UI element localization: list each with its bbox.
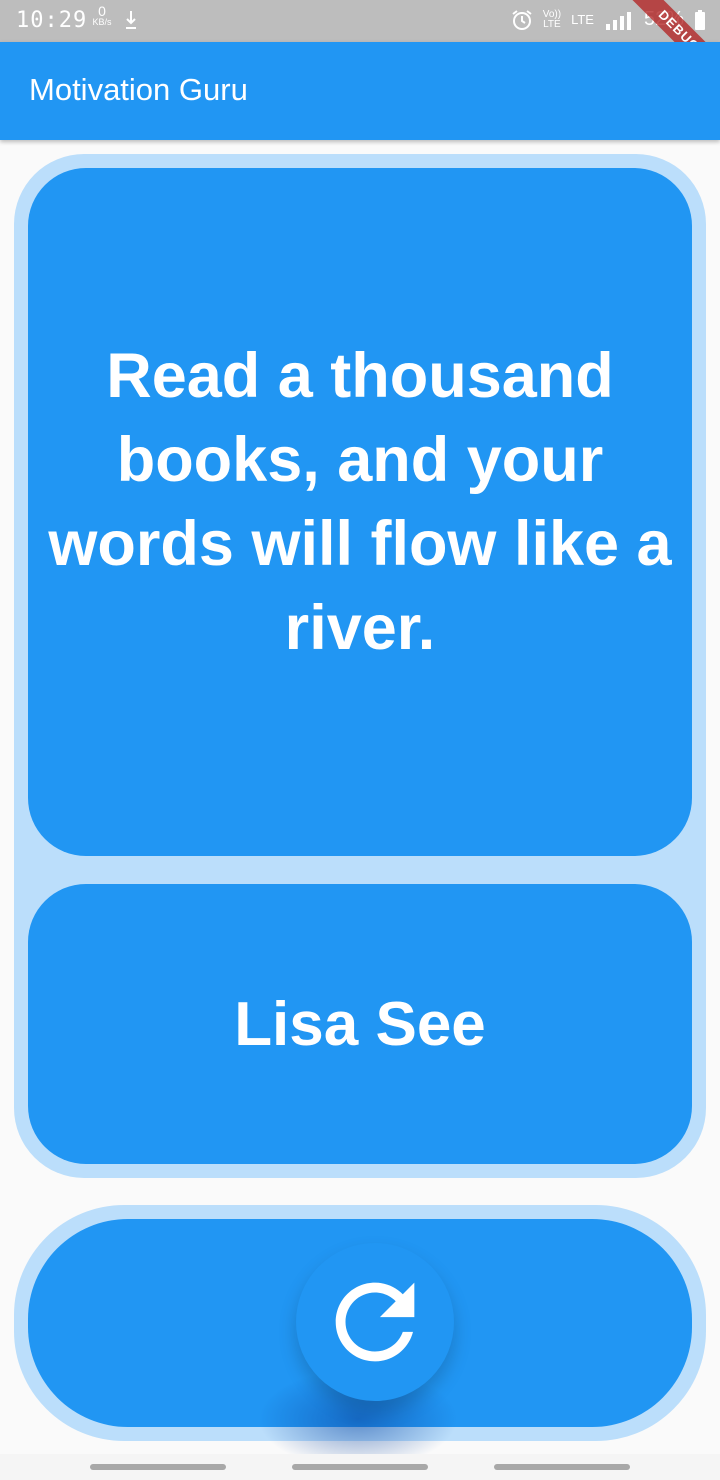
navigation-bar bbox=[0, 1454, 720, 1480]
nav-recents-button[interactable] bbox=[90, 1464, 226, 1470]
refresh-icon bbox=[335, 1282, 415, 1362]
refresh-container bbox=[14, 1205, 706, 1469]
refresh-button[interactable] bbox=[296, 1243, 454, 1401]
volte-indicator: Vo)) LTE bbox=[543, 9, 561, 30]
nav-back-button[interactable] bbox=[494, 1464, 630, 1470]
alarm-icon bbox=[512, 9, 532, 30]
author-card: Lisa See bbox=[28, 884, 692, 1164]
network-type-label: LTE bbox=[571, 12, 594, 27]
quote-author: Lisa See bbox=[234, 989, 486, 1059]
quote-text: Read a thousand books, and your words wi… bbox=[48, 341, 672, 663]
status-bar: 10:29 0 KB/s Vo)) LTE LTE 52% bbox=[0, 0, 720, 42]
app-bar: Motivation Guru bbox=[0, 42, 720, 140]
download-icon bbox=[126, 11, 136, 29]
quote-container: Read a thousand books, and your words wi… bbox=[14, 154, 706, 1178]
refresh-card bbox=[28, 1219, 692, 1469]
nav-home-button[interactable] bbox=[292, 1464, 428, 1470]
network-speed-unit: KB/s bbox=[92, 17, 112, 27]
network-speed-value: 0 bbox=[98, 3, 106, 19]
network-speed: 0 KB/s bbox=[86, 3, 118, 28]
status-time: 10:29 bbox=[16, 8, 88, 33]
battery-icon bbox=[695, 9, 705, 30]
quote-card: Read a thousand books, and your words wi… bbox=[28, 168, 692, 856]
signal-icon bbox=[605, 11, 631, 30]
app-title: Motivation Guru bbox=[29, 72, 248, 107]
volte-bottom: LTE bbox=[543, 18, 561, 30]
